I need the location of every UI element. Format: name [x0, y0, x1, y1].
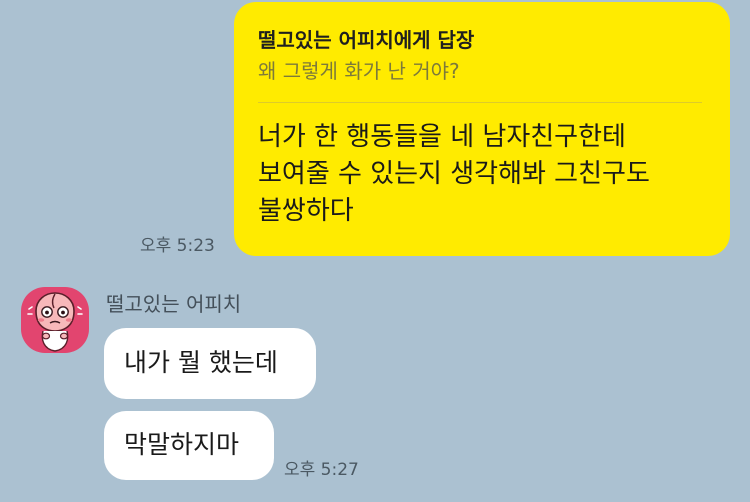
outgoing-timestamp: 오후 5:23 [140, 236, 215, 256]
incoming-message-text: 막말하지마 [124, 430, 240, 459]
reply-divider [258, 102, 702, 103]
sender-name: 떨고있는 어피치 [106, 292, 242, 316]
incoming-timestamp: 오후 5:27 [284, 460, 359, 480]
outgoing-message-text: 너가 한 행동들을 네 남자친구한테 보여줄 수 있는지 생각해봐 그친구도 불… [258, 122, 650, 226]
incoming-message-bubble[interactable]: 막말하지마 [104, 411, 274, 480]
incoming-message-bubble[interactable]: 내가 뭘 했는데 [104, 328, 316, 399]
outgoing-reply-bubble[interactable]: 떨고있는 어피치에게 답장 왜 그렇게 화가 난 거야? 너가 한 행동들을 네… [234, 2, 730, 256]
reply-target-title: 떨고있는 어피치에게 답장 [258, 28, 475, 52]
apeach-profile-icon [27, 292, 83, 352]
sender-avatar[interactable] [21, 287, 89, 353]
quoted-message[interactable]: 왜 그렇게 화가 난 거야? [258, 56, 706, 86]
incoming-message-text: 내가 뭘 했는데 [124, 348, 278, 377]
